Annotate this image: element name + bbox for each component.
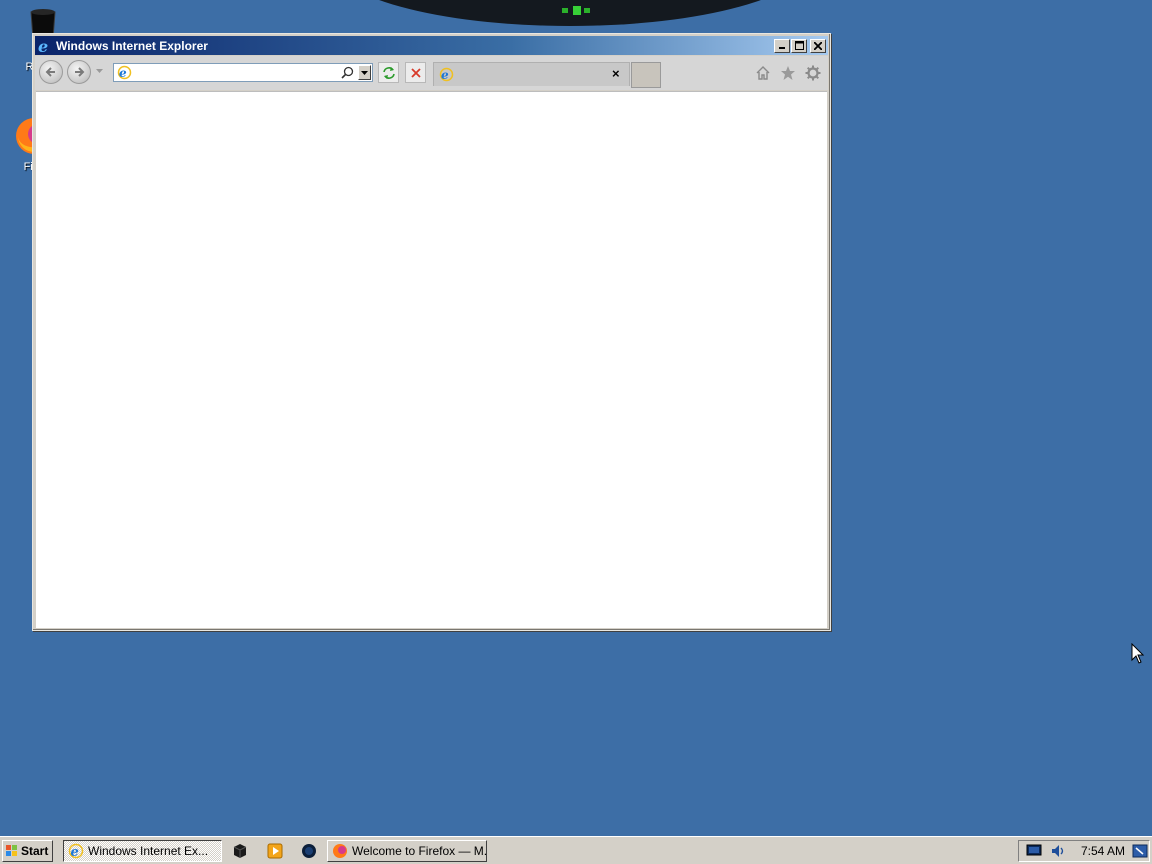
- ie-icon: e: [68, 843, 84, 859]
- close-icon: [814, 41, 822, 50]
- refresh-button[interactable]: [378, 62, 399, 83]
- maximize-icon: [794, 41, 804, 50]
- minimize-icon: [779, 46, 785, 49]
- taskbar-item-label: Windows Internet Ex...: [88, 844, 209, 858]
- recent-pages-dropdown-icon[interactable]: [96, 69, 103, 74]
- start-label: Start: [21, 844, 49, 858]
- globe-icon[interactable]: [301, 843, 317, 859]
- ie-window: e Windows Internet Explorer e e ×: [32, 33, 831, 631]
- start-button[interactable]: Start: [2, 840, 53, 862]
- taskbar-item-label: Welcome to Firefox — M...: [352, 844, 487, 858]
- taskbar-item-firefox[interactable]: Welcome to Firefox — M...: [327, 840, 487, 862]
- window-titlebar[interactable]: e Windows Internet Explorer: [35, 36, 828, 55]
- back-arrow-icon: [45, 67, 55, 77]
- show-desktop-icon[interactable]: [1132, 844, 1148, 858]
- mouse-cursor-icon: [1131, 643, 1145, 664]
- home-icon[interactable]: [755, 65, 771, 81]
- navigation-bar: e e ×: [35, 56, 828, 90]
- stop-icon: [411, 68, 421, 78]
- led-icon: [562, 6, 590, 15]
- page-content[interactable]: [36, 91, 827, 628]
- desktop: Recy Fir e Windows Internet Explorer: [0, 0, 1152, 836]
- star-icon[interactable]: [780, 65, 796, 81]
- address-bar[interactable]: e: [113, 63, 373, 82]
- new-tab-button[interactable]: [631, 62, 661, 88]
- svg-text:e: e: [119, 66, 127, 80]
- minimize-button[interactable]: [774, 38, 790, 53]
- clock[interactable]: 7:54 AM: [1081, 844, 1125, 858]
- address-input[interactable]: [134, 65, 334, 80]
- refresh-icon: [383, 67, 395, 79]
- stop-button[interactable]: [405, 62, 426, 83]
- tab-close-button[interactable]: ×: [612, 67, 620, 81]
- gear-icon[interactable]: [805, 65, 821, 81]
- ie-icon: e: [38, 38, 48, 54]
- forward-arrow-icon: [75, 67, 85, 77]
- volume-icon[interactable]: [1050, 844, 1066, 858]
- svg-text:e: e: [441, 68, 449, 82]
- taskbar: Start e Windows Internet Ex... Welcome t…: [0, 836, 1152, 864]
- svg-text:e: e: [71, 845, 79, 859]
- svg-text:e: e: [38, 38, 48, 54]
- taskbar-item-internet-explorer[interactable]: e Windows Internet Ex...: [63, 840, 222, 862]
- back-button[interactable]: [39, 60, 63, 84]
- forward-button[interactable]: [67, 60, 91, 84]
- system-tray: 7:54 AM: [1018, 840, 1150, 862]
- media-player-icon[interactable]: [267, 843, 283, 859]
- windows-logo-icon: [6, 845, 17, 856]
- close-button[interactable]: [810, 38, 826, 53]
- ie-page-icon: e: [439, 67, 454, 82]
- network-icon[interactable]: [1026, 844, 1042, 858]
- chevron-down-icon: [361, 71, 368, 75]
- firefox-icon: [333, 844, 347, 858]
- search-icon[interactable]: [341, 66, 354, 79]
- terminal-icon[interactable]: [232, 843, 248, 859]
- tab-current[interactable]: e ×: [433, 62, 630, 86]
- window-title: Windows Internet Explorer: [56, 38, 208, 53]
- ie-page-icon: e: [117, 65, 132, 80]
- maximize-button[interactable]: [791, 38, 807, 53]
- address-dropdown-button[interactable]: [358, 65, 371, 80]
